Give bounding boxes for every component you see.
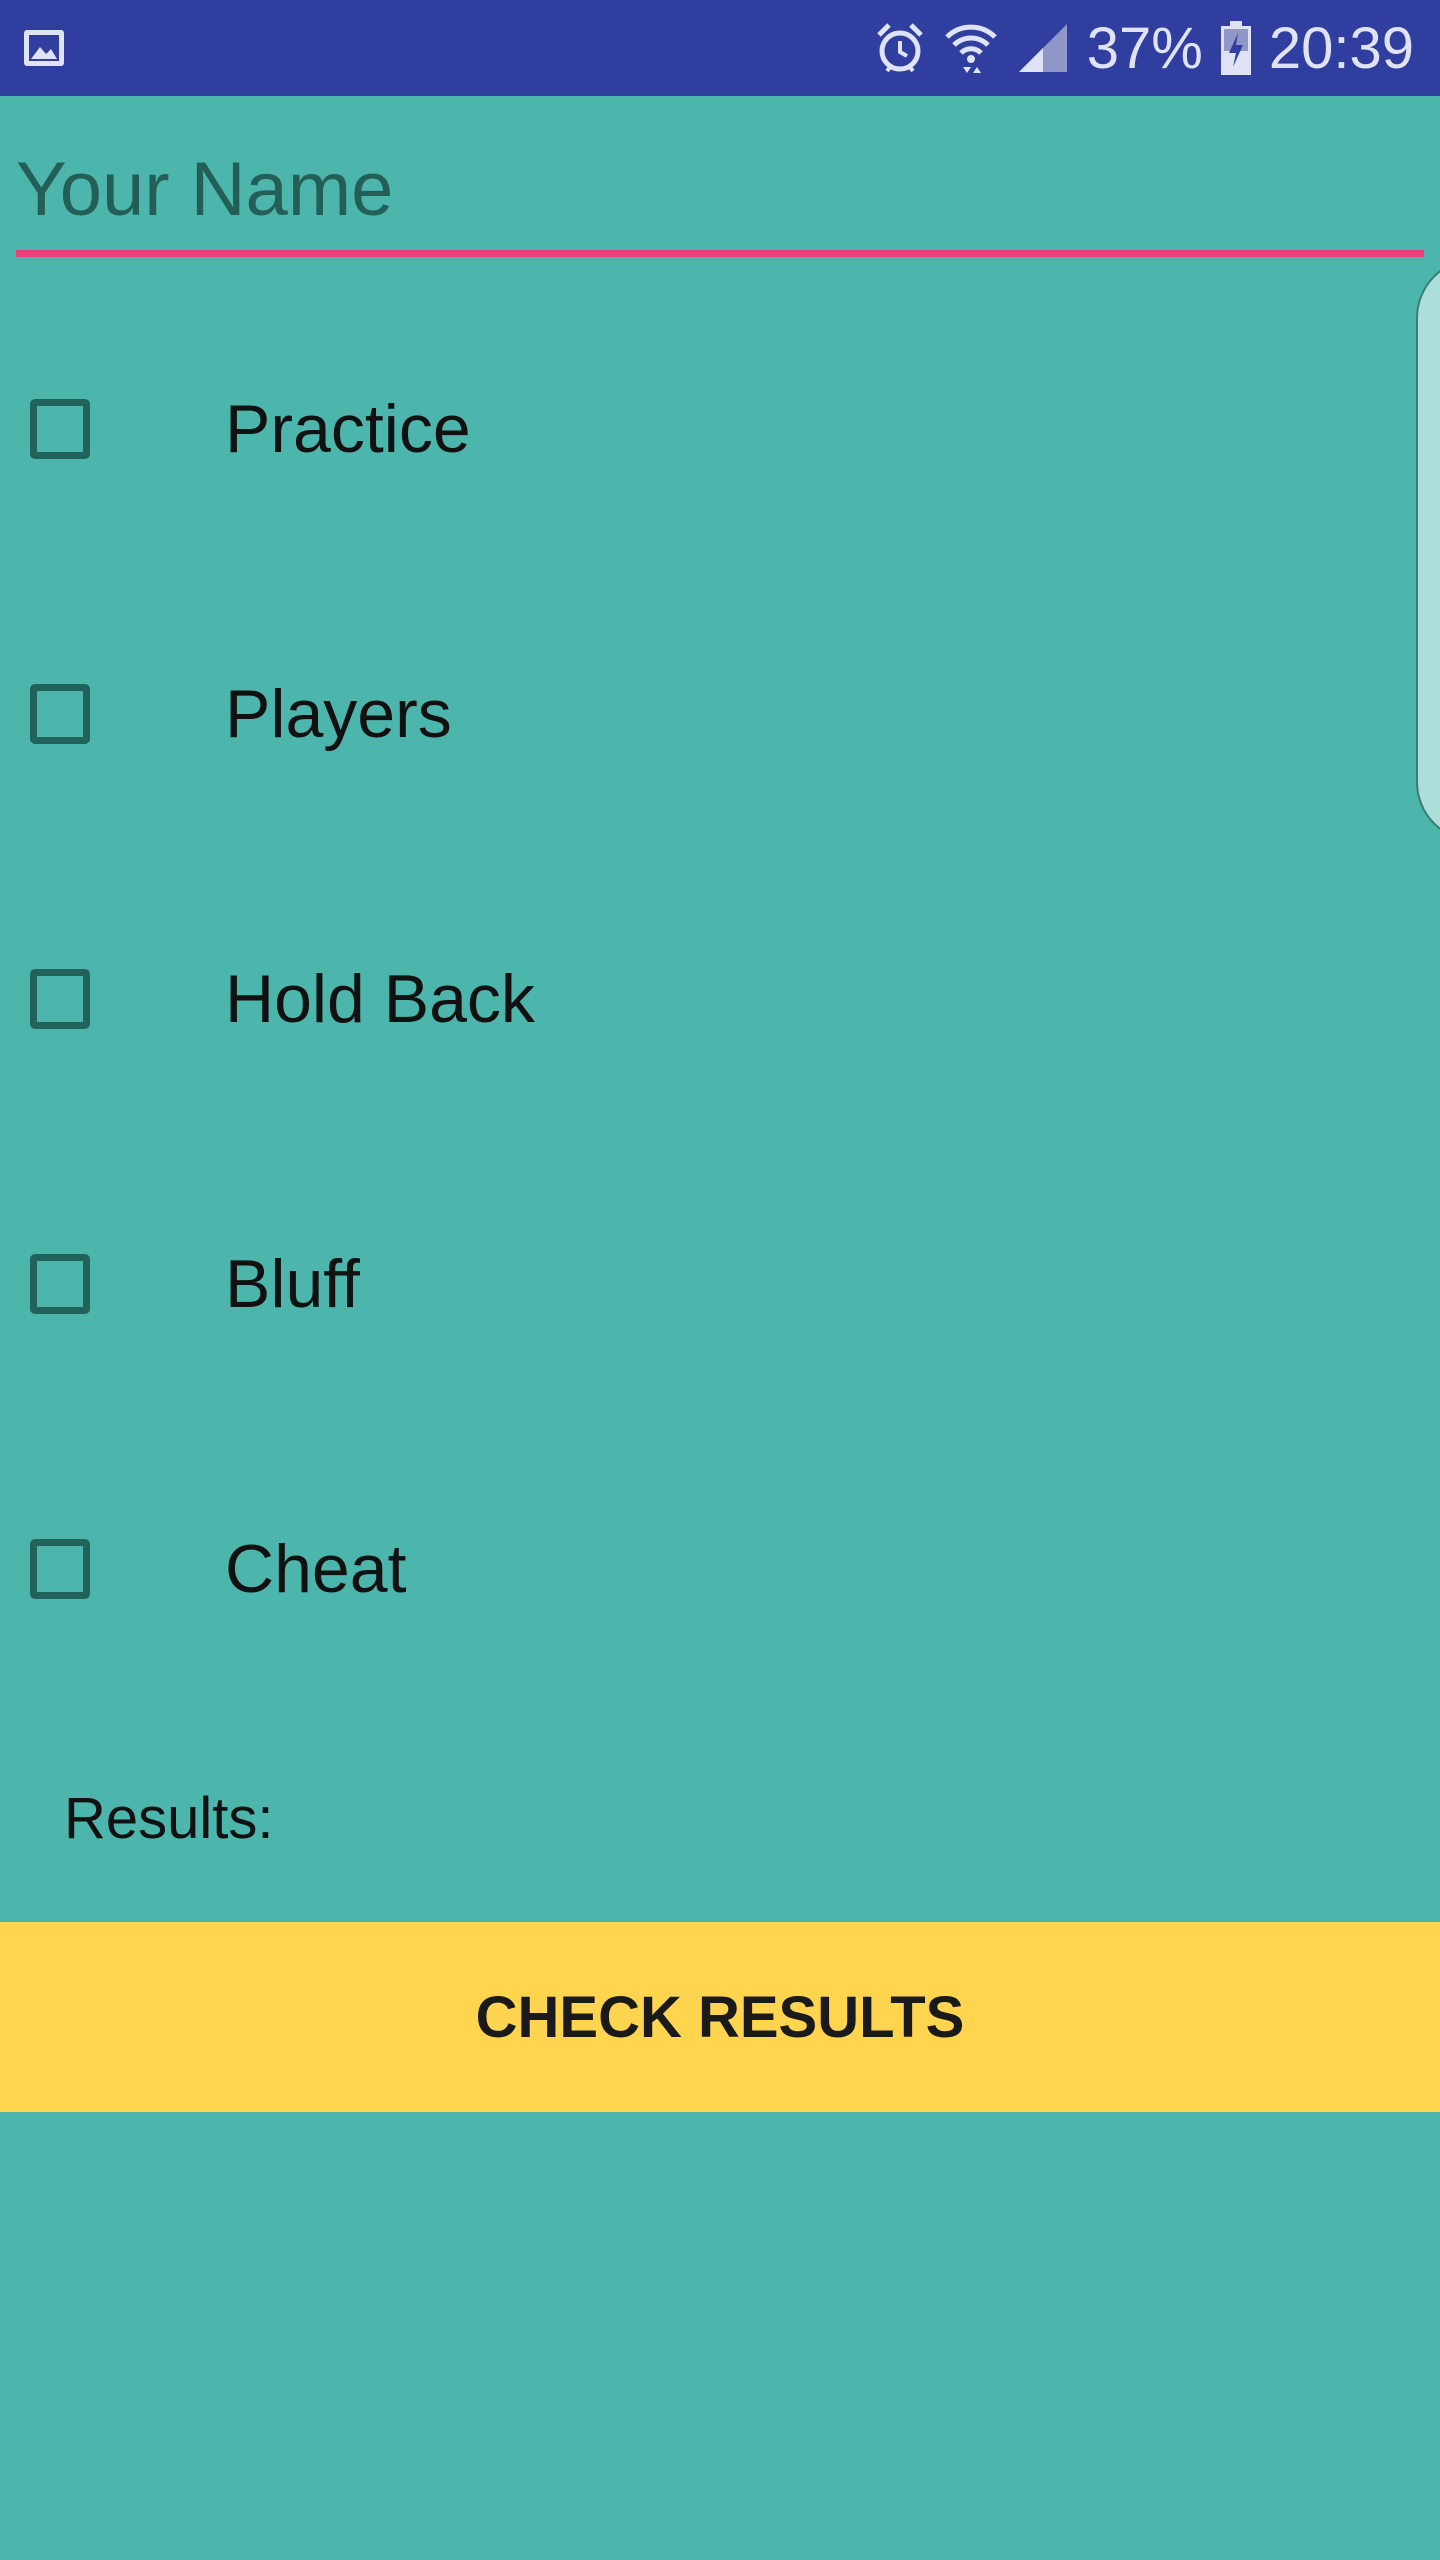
bluff-checkbox[interactable] xyxy=(30,1254,90,1314)
name-field xyxy=(16,130,1424,257)
players-checkbox[interactable] xyxy=(30,684,90,744)
option-players[interactable]: Players xyxy=(0,614,1300,814)
cheat-checkbox[interactable] xyxy=(30,1539,90,1599)
battery-charging-icon xyxy=(1220,21,1251,75)
option-label: Bluff xyxy=(225,1246,360,1322)
clock: 20:39 xyxy=(1268,15,1414,81)
signal-icon xyxy=(1018,24,1067,72)
option-cheat[interactable]: Cheat xyxy=(0,1469,1300,1669)
wifi-icon xyxy=(944,24,997,73)
option-label: Hold Back xyxy=(225,961,535,1037)
check-results-button[interactable]: CHECK RESULTS xyxy=(0,1922,1440,2112)
option-practice[interactable]: Practice xyxy=(0,329,1300,529)
hold-back-checkbox[interactable] xyxy=(30,969,90,1029)
practice-checkbox[interactable] xyxy=(30,399,90,459)
gallery-icon xyxy=(24,30,64,66)
alarm-icon xyxy=(876,23,923,73)
overscroll-edge-glow xyxy=(1416,258,1440,842)
option-hold-back[interactable]: Hold Back xyxy=(0,899,1300,1099)
battery-percent: 37% xyxy=(1086,15,1203,81)
option-label: Cheat xyxy=(225,1531,407,1607)
option-label: Players xyxy=(225,676,452,752)
option-label: Practice xyxy=(225,391,471,467)
status-bar: 37% 20:39 xyxy=(0,0,1440,96)
option-bluff[interactable]: Bluff xyxy=(0,1184,1300,1384)
results-label: Results: xyxy=(64,1786,274,1851)
name-input-underline xyxy=(16,250,1424,257)
name-input[interactable] xyxy=(16,130,1424,248)
